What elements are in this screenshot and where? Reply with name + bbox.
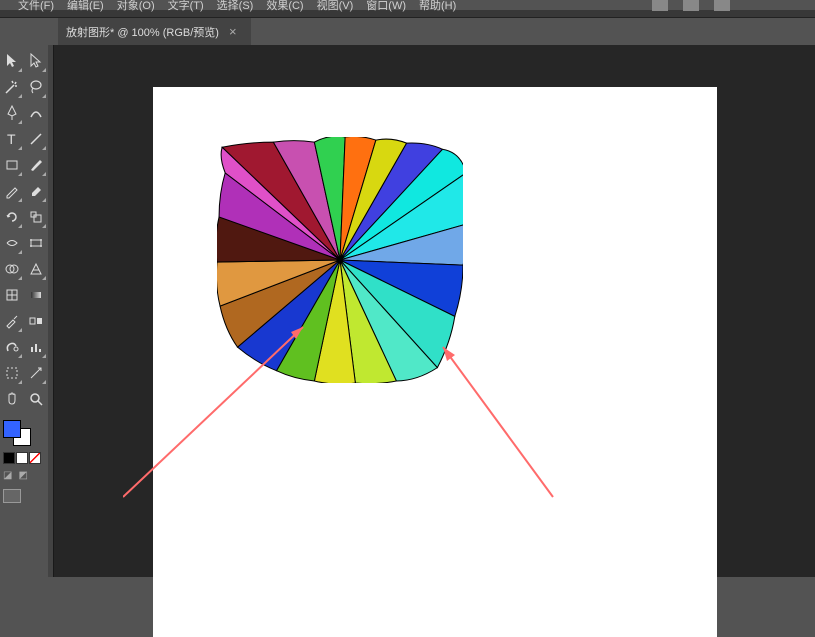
menubar-right-icons	[652, 0, 730, 11]
mesh-tool[interactable]	[0, 282, 24, 308]
scale-tool[interactable]	[24, 204, 48, 230]
rotate-tool[interactable]	[0, 204, 24, 230]
menu-window[interactable]: 窗口(W)	[366, 0, 406, 13]
artboard-tool[interactable]	[0, 360, 24, 386]
tab-title: 放射图形* @ 100% (RGB/预览)	[66, 24, 219, 40]
eraser-tool[interactable]	[24, 178, 48, 204]
menu-edit[interactable]: 编辑(E)	[67, 0, 104, 13]
tab-bar: 放射图形* @ 100% (RGB/预览) ×	[0, 18, 815, 45]
perspective-tool[interactable]	[24, 256, 48, 282]
type-tool[interactable]: T	[0, 126, 24, 152]
tab-close-icon[interactable]: ×	[229, 24, 237, 39]
selection-tool[interactable]	[0, 48, 24, 74]
hand-tool[interactable]	[0, 386, 24, 412]
width-tool[interactable]	[0, 230, 24, 256]
menu-view[interactable]: 视图(V)	[317, 0, 354, 13]
fill-none-mode[interactable]	[29, 452, 41, 464]
column-graph-tool[interactable]	[24, 334, 48, 360]
workspace-icon[interactable]	[714, 0, 730, 11]
canvas-area[interactable]	[53, 45, 815, 577]
annotation-arrow-left	[123, 307, 323, 507]
curvature-tool[interactable]	[24, 100, 48, 126]
pencil-tool[interactable]	[0, 178, 24, 204]
direct-selection-tool[interactable]	[24, 48, 48, 74]
menu-select[interactable]: 选择(S)	[217, 0, 254, 13]
shape-builder-tool[interactable]	[0, 256, 24, 282]
annotation-arrow-right	[433, 337, 583, 507]
draw-modes: ◪ ◩	[0, 470, 48, 481]
fill-color-mode[interactable]	[3, 452, 15, 464]
fill-stroke-mode	[0, 452, 48, 464]
draw-behind-icon[interactable]: ◩	[18, 470, 27, 481]
screen-mode[interactable]	[0, 489, 48, 503]
gradient-tool[interactable]	[24, 282, 48, 308]
draw-normal-icon[interactable]: ◪	[3, 470, 12, 481]
svg-text:T: T	[7, 131, 16, 147]
slice-tool[interactable]	[24, 360, 48, 386]
toolbox: T	[0, 45, 48, 577]
line-tool[interactable]	[24, 126, 48, 152]
zoom-tool[interactable]	[24, 386, 48, 412]
eyedropper-tool[interactable]	[0, 308, 24, 334]
menu-help[interactable]: 帮助(H)	[419, 0, 456, 13]
canvas[interactable]	[153, 87, 717, 637]
paintbrush-tool[interactable]	[24, 152, 48, 178]
symbol-tool[interactable]	[0, 334, 24, 360]
rectangle-tool[interactable]	[0, 152, 24, 178]
menu-type[interactable]: 文字(T)	[168, 0, 204, 13]
pen-tool[interactable]	[0, 100, 24, 126]
menu-file[interactable]: 文件(F)	[18, 0, 54, 13]
color-swatch[interactable]	[0, 420, 48, 446]
fill-gradient-mode[interactable]	[16, 452, 28, 464]
menu-object[interactable]: 对象(O)	[117, 0, 155, 13]
stock-icon[interactable]	[652, 0, 668, 11]
lasso-tool[interactable]	[24, 74, 48, 100]
foreground-color[interactable]	[3, 420, 21, 438]
menu-effect[interactable]: 效果(C)	[266, 0, 303, 13]
blend-tool[interactable]	[24, 308, 48, 334]
workspace: T	[0, 45, 815, 577]
arrange-icon[interactable]	[683, 0, 699, 11]
magic-wand-tool[interactable]	[0, 74, 24, 100]
document-tab[interactable]: 放射图形* @ 100% (RGB/预览) ×	[58, 18, 251, 45]
menu-bar: 文件(F) 编辑(E) 对象(O) 文字(T) 选择(S) 效果(C) 视图(V…	[0, 0, 815, 10]
free-transform-tool[interactable]	[24, 230, 48, 256]
